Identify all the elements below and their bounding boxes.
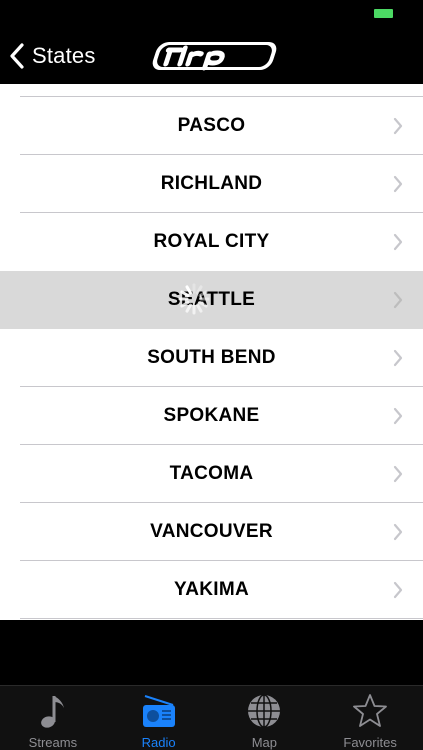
list-item[interactable]: TACOMA [0, 445, 423, 503]
tab-label: Streams [28, 735, 78, 750]
list-item[interactable]: SEATTLE [0, 271, 423, 329]
list-item[interactable]: PASCO [0, 97, 423, 155]
battery-icon [374, 9, 393, 18]
chevron-right-icon [393, 291, 403, 309]
globe-icon [248, 694, 281, 728]
chevron-right-icon [393, 465, 403, 483]
list-item-label: ROYAL CITY [153, 231, 270, 252]
back-button[interactable]: States [8, 40, 96, 72]
list-item-label: SPOKANE [163, 405, 260, 426]
chevron-right-icon [393, 523, 403, 541]
tab-favorites[interactable]: Favorites [317, 686, 423, 750]
tab-label: Favorites [343, 735, 397, 750]
star-icon [353, 694, 388, 727]
chevron-right-icon [393, 175, 403, 193]
tab-label: Radio [141, 735, 176, 750]
list-item[interactable]: ROYAL CITY [0, 213, 423, 271]
tab-bar: Streams Radio Map Favorites [0, 685, 423, 750]
list-item-label: VANCOUVER [150, 521, 273, 542]
list-item[interactable]: RICHLAND [0, 155, 423, 213]
tab-radio[interactable]: Radio [106, 686, 212, 750]
chevron-right-icon [393, 349, 403, 367]
list-item[interactable]: SOUTH BEND [0, 329, 423, 387]
status-bar [0, 0, 423, 28]
loading-spinner-icon [178, 283, 210, 315]
chevron-left-icon [10, 43, 24, 69]
tab-streams[interactable]: Streams [0, 686, 106, 750]
city-list: PASCO RICHLAND ROYAL CITY SEATTLE SOUTH BEND… [0, 84, 423, 620]
navigation-bar: States [0, 28, 423, 84]
tab-label: Map [251, 735, 278, 750]
chevron-right-icon [393, 581, 403, 599]
list-item-label: YAKIMA [174, 579, 249, 600]
list-separator [20, 618, 423, 619]
chevron-right-icon [393, 117, 403, 135]
radio-icon [142, 695, 175, 727]
empty-area [0, 620, 423, 685]
list-item[interactable]: VANCOUVER [0, 503, 423, 561]
back-button-label: States [32, 43, 96, 68]
list-item-label: RICHLAND [160, 173, 263, 194]
list-item-label: TACOMA [169, 463, 254, 484]
music-note-icon [41, 696, 64, 728]
list-item-label: PASCO [177, 115, 246, 136]
list-item[interactable]: SPOKANE [0, 387, 423, 445]
app-logo [152, 42, 277, 71]
list-item[interactable]: YAKIMA [0, 561, 423, 619]
list-item-label: SOUTH BEND [147, 347, 276, 368]
chevron-right-icon [393, 407, 403, 425]
chevron-right-icon [393, 233, 403, 251]
tab-map[interactable]: Map [212, 686, 318, 750]
